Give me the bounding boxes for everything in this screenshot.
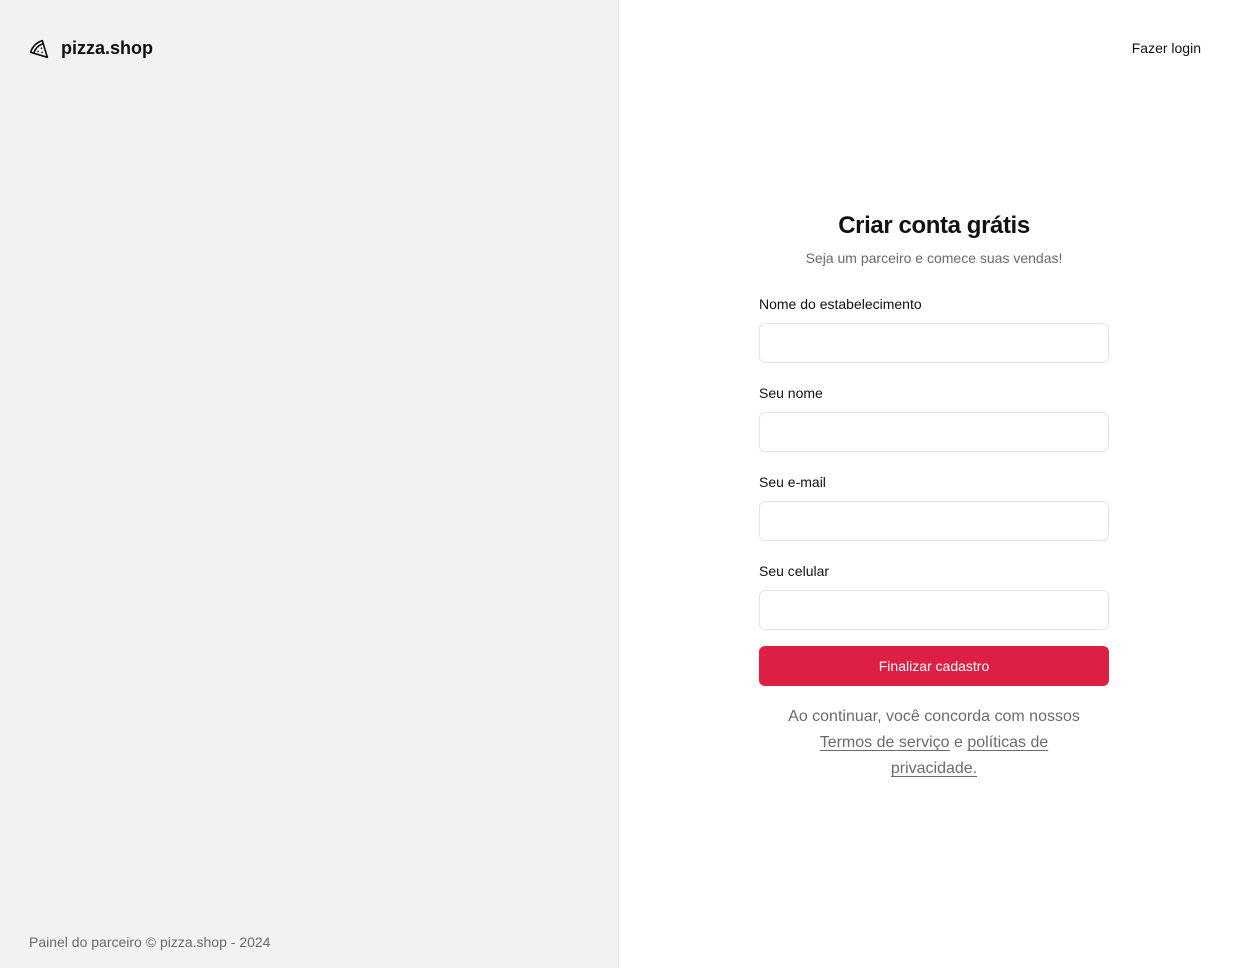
pizza-slice-icon <box>29 39 49 59</box>
field-phone: Seu celular <box>759 563 1109 630</box>
footer-copyright: Painel do parceiro © pizza.shop - 2024 <box>29 934 271 950</box>
brand: pizza.shop <box>29 38 153 59</box>
signup-panel: Fazer login Criar conta grátis Seja um p… <box>619 0 1248 968</box>
manager-name-input[interactable] <box>759 412 1109 452</box>
field-manager-name: Seu nome <box>759 385 1109 452</box>
login-link[interactable]: Fazer login <box>1132 40 1201 56</box>
establishment-name-input[interactable] <box>759 323 1109 363</box>
field-establishment-name: Nome do estabelecimento <box>759 296 1109 363</box>
page-title: Criar conta grátis <box>838 212 1030 239</box>
terms-of-service-link[interactable]: Termos de serviço <box>820 734 950 751</box>
terms-conjunction: e <box>953 734 963 751</box>
field-email: Seu e-mail <box>759 474 1109 541</box>
brand-panel: pizza.shop Painel do parceiro © pizza.sh… <box>0 0 619 968</box>
brand-name: pizza.shop <box>61 38 154 58</box>
phone-input[interactable] <box>759 590 1109 630</box>
page-subtitle: Seja um parceiro e comece suas vendas! <box>805 250 1063 266</box>
email-input[interactable] <box>759 501 1109 541</box>
terms-notice: Ao continuar, você concorda com nossos T… <box>759 704 1109 782</box>
terms-prefix: Ao continuar, você concorda com nossos <box>788 708 1080 725</box>
establishment-name-label: Nome do estabelecimento <box>759 296 922 312</box>
app-root: pizza.shop Painel do parceiro © pizza.sh… <box>0 0 1248 968</box>
signup-form: Criar conta grátis Seja um parceiro e co… <box>759 212 1109 782</box>
submit-button[interactable]: Finalizar cadastro <box>759 646 1109 686</box>
email-label: Seu e-mail <box>759 474 826 490</box>
phone-label: Seu celular <box>759 563 830 579</box>
manager-name-label: Seu nome <box>759 385 823 401</box>
